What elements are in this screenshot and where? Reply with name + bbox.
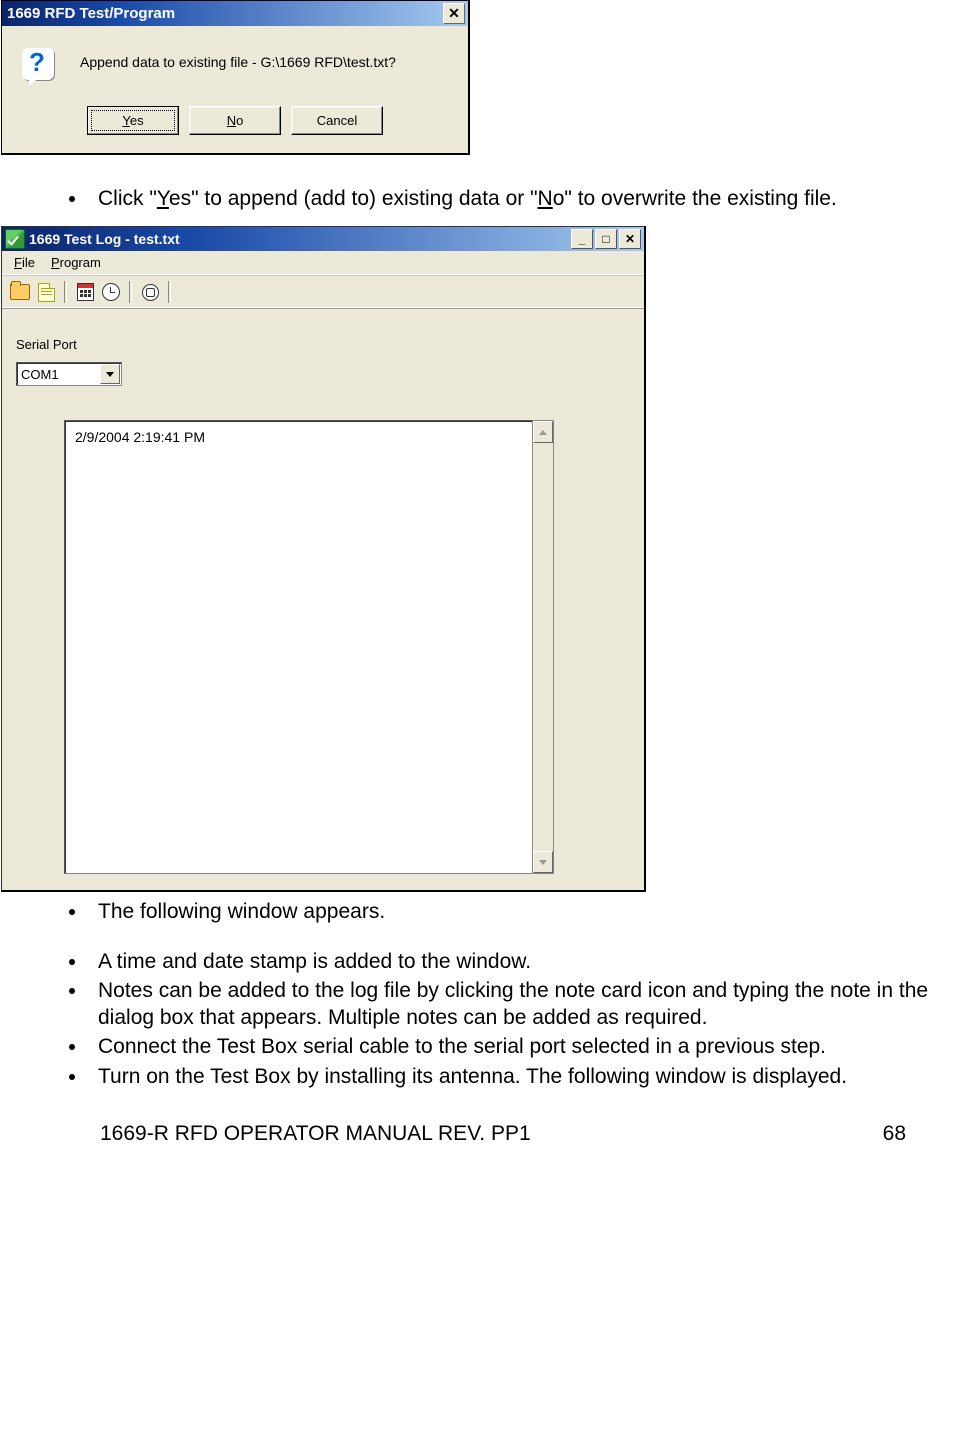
page-number: 68 xyxy=(883,1122,906,1146)
serial-port-label: Serial Port xyxy=(16,337,632,352)
chevron-down-icon[interactable] xyxy=(100,364,120,384)
question-icon: ? xyxy=(18,46,60,88)
maximize-icon[interactable]: □ xyxy=(595,229,617,249)
window-titlebar: 1669 Test Log - test.txt _ □ ✕ xyxy=(2,227,644,251)
toolbar-separator xyxy=(129,281,132,303)
minimize-icon[interactable]: _ xyxy=(571,229,593,249)
test-log-window: 1669 Test Log - test.txt _ □ ✕ File Prog… xyxy=(1,226,646,892)
dialog-message: Append data to existing file - G:\1669 R… xyxy=(80,46,396,70)
menu-program[interactable]: Program xyxy=(43,253,109,272)
instruction-list: The following window appears. A time and… xyxy=(0,892,974,1090)
log-textarea[interactable]: 2/9/2004 2:19:41 PM xyxy=(64,420,533,874)
instruction-text: Click "Yes" to append (add to) existing … xyxy=(0,155,974,224)
bullet-click-yes-no: Click "Yes" to append (add to) existing … xyxy=(88,185,934,212)
dialog-title: 1669 RFD Test/Program xyxy=(5,5,443,22)
open-icon[interactable] xyxy=(8,280,32,304)
no-button[interactable]: No xyxy=(189,106,281,135)
log-entry: 2/9/2004 2:19:41 PM xyxy=(75,429,522,445)
menu-file[interactable]: File xyxy=(6,253,43,272)
bullet-item: Connect the Test Box serial cable to the… xyxy=(88,1033,934,1060)
toolbar-separator xyxy=(168,281,171,303)
window-title: 1669 Test Log - test.txt xyxy=(29,231,569,247)
scrollbar[interactable] xyxy=(533,420,554,874)
toolbar xyxy=(2,275,644,309)
serial-port-value: COM1 xyxy=(21,367,59,382)
bullet-item: Turn on the Test Box by installing its a… xyxy=(88,1063,934,1090)
bullet-item: A time and date stamp is added to the wi… xyxy=(88,948,934,975)
scroll-down-icon[interactable] xyxy=(533,851,553,873)
note-icon[interactable] xyxy=(34,280,58,304)
stop-icon[interactable] xyxy=(138,280,162,304)
menubar: File Program xyxy=(2,251,644,275)
bullet-item: Notes can be added to the log file by cl… xyxy=(88,977,934,1032)
cancel-button[interactable]: Cancel xyxy=(291,106,383,135)
date-icon[interactable] xyxy=(73,280,97,304)
clock-icon[interactable] xyxy=(99,280,123,304)
close-icon[interactable]: ✕ xyxy=(443,3,465,24)
append-dialog: 1669 RFD Test/Program ✕ ? Append data to… xyxy=(1,0,470,155)
page-footer: 1669-R RFD OPERATOR MANUAL REV. PP1 68 xyxy=(0,1092,974,1156)
toolbar-separator xyxy=(64,281,67,303)
footer-title: 1669-R RFD OPERATOR MANUAL REV. PP1 xyxy=(100,1122,531,1146)
bullet-item: The following window appears. xyxy=(88,898,934,925)
app-icon xyxy=(5,229,25,249)
yes-button[interactable]: Yes xyxy=(87,106,179,135)
close-icon[interactable]: ✕ xyxy=(619,229,641,249)
scroll-up-icon[interactable] xyxy=(533,421,553,443)
serial-port-combo[interactable]: COM1 xyxy=(16,362,122,386)
dialog-titlebar: 1669 RFD Test/Program ✕ xyxy=(2,1,468,26)
